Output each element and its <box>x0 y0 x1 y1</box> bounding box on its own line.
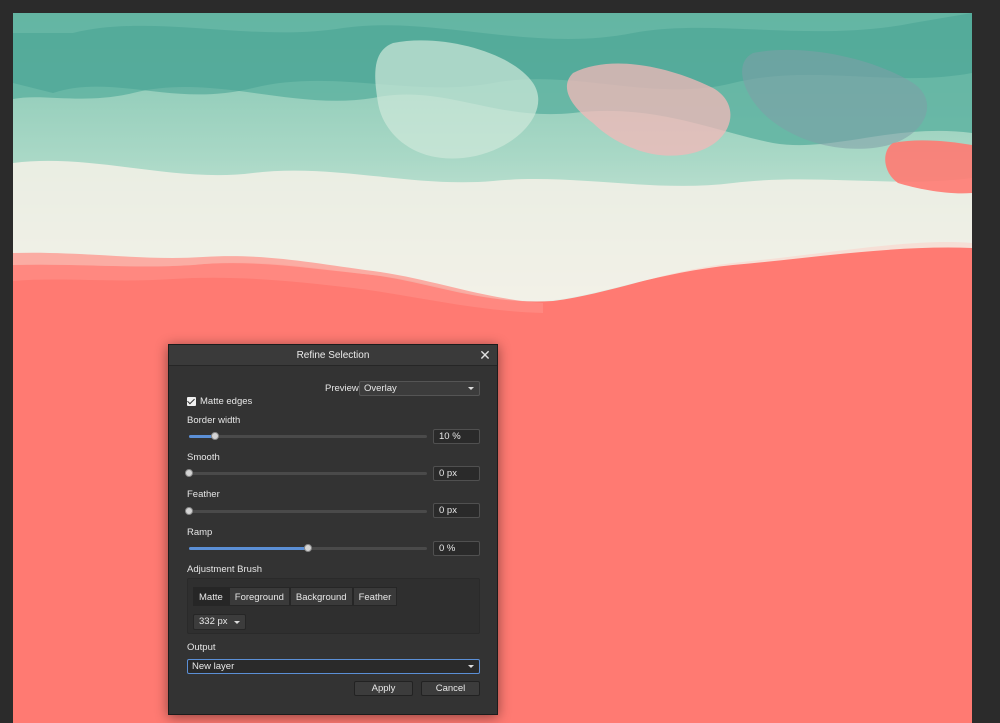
preview-label: Preview <box>325 383 359 394</box>
output-dropdown[interactable]: New layer <box>187 659 480 674</box>
feather-slider[interactable] <box>185 507 427 515</box>
workspace-margin <box>972 0 1000 723</box>
preview-dropdown[interactable]: Overlay <box>359 381 480 396</box>
border-width-slider[interactable] <box>189 432 427 440</box>
ramp-value[interactable]: 0 % <box>433 541 480 556</box>
dialog-title: Refine Selection <box>296 350 370 361</box>
tab-matte[interactable]: Matte <box>193 587 229 606</box>
output-value: New layer <box>192 661 235 672</box>
border-width-label: Border width <box>187 415 241 426</box>
apply-button[interactable]: Apply <box>354 681 413 696</box>
refine-selection-dialog: Refine Selection ✕ Preview Overlay Matte… <box>168 344 498 715</box>
ramp-slider[interactable] <box>189 544 427 552</box>
chevron-down-icon <box>468 665 474 668</box>
matte-edges-toggle[interactable]: Matte edges <box>187 396 252 407</box>
dialog-title-bar[interactable]: Refine Selection ✕ <box>169 345 497 366</box>
checkmark-icon[interactable] <box>187 397 196 406</box>
close-icon[interactable]: ✕ <box>477 347 493 363</box>
feather-label: Feather <box>187 489 220 500</box>
brush-size-value: 332 px <box>199 616 228 627</box>
chevron-down-icon <box>234 621 240 624</box>
preview-value: Overlay <box>364 383 397 394</box>
ramp-label: Ramp <box>187 527 213 538</box>
adjustment-brush-panel: Matte Foreground Background Feather 332 … <box>187 578 480 634</box>
smooth-value[interactable]: 0 px <box>433 466 480 481</box>
matte-edges-label: Matte edges <box>200 396 253 407</box>
feather-value[interactable]: 0 px <box>433 503 480 518</box>
brush-mode-tabs: Matte Foreground Background Feather <box>193 587 398 606</box>
adjustment-brush-label: Adjustment Brush <box>187 564 262 575</box>
slider-handle[interactable] <box>185 507 193 515</box>
smooth-slider[interactable] <box>185 469 427 477</box>
chevron-down-icon <box>468 387 474 390</box>
brush-size-dropdown[interactable]: 332 px <box>193 614 246 630</box>
border-width-value[interactable]: 10 % <box>433 429 480 444</box>
output-label: Output <box>187 642 216 653</box>
slider-fill <box>189 547 308 550</box>
tab-foreground[interactable]: Foreground <box>228 587 290 606</box>
slider-handle[interactable] <box>211 432 220 440</box>
slider-handle[interactable] <box>185 469 193 477</box>
slider-handle[interactable] <box>304 544 312 552</box>
smooth-label: Smooth <box>187 452 220 463</box>
cancel-button[interactable]: Cancel <box>421 681 480 696</box>
tab-background[interactable]: Background <box>289 587 353 606</box>
tab-feather[interactable]: Feather <box>352 587 398 606</box>
